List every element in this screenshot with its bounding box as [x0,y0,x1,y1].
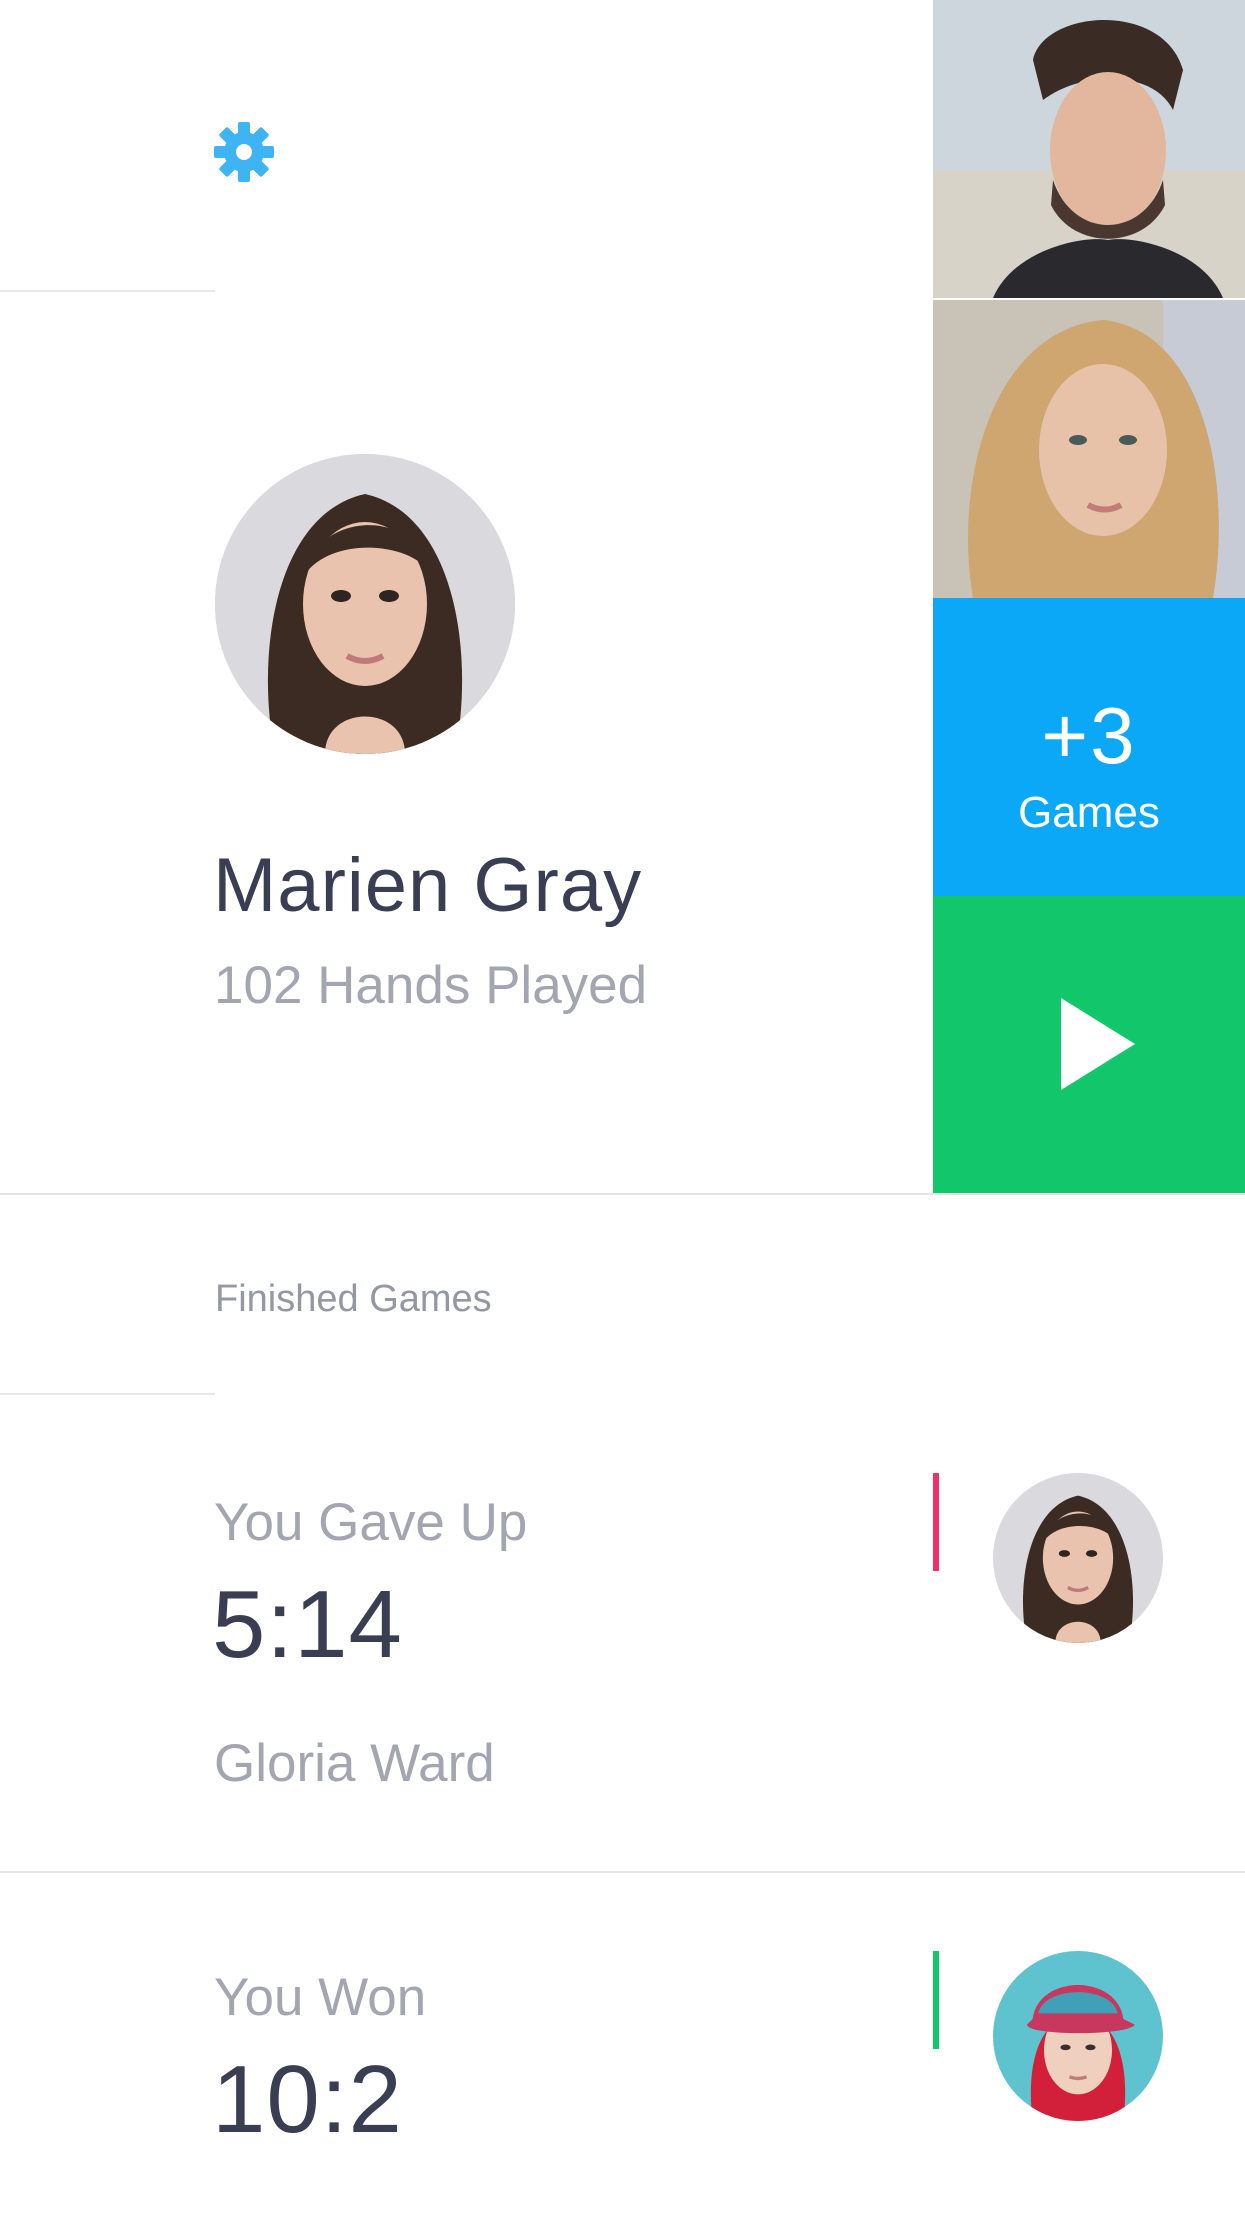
friend-photo-2[interactable] [933,300,1245,598]
profile-name: Marien Gray [213,843,643,928]
header-divider [0,290,215,292]
loss-indicator-bar [933,1473,939,1571]
section-title-finished-games: Finished Games [215,1278,492,1320]
game-score: 10:2 [212,2046,403,2153]
friend-photo-1[interactable] [933,0,1245,298]
opponent-name: Gloria Ward [214,1734,495,1793]
game-row-divider [0,1871,1245,1873]
section-title-divider [0,1393,215,1395]
more-games-tile[interactable]: +3 Games [933,598,1245,896]
opponent-avatar[interactable] [993,1473,1163,1643]
section-divider [0,1193,1245,1195]
play-button[interactable] [933,896,1245,1194]
game-score: 5:14 [212,1571,403,1678]
opponent-avatar[interactable] [993,1951,1163,2121]
more-games-label: Games [1018,788,1160,837]
more-games-count: +3 [1041,691,1137,780]
game-result: You Won [214,1968,427,2027]
hands-played: 102 Hands Played [214,956,648,1015]
app-screen: Marien Gray 102 Hands Played +3 Games Fi… [0,0,1245,2214]
win-indicator-bar [933,1951,939,2049]
gear-icon[interactable] [212,120,276,184]
game-result: You Gave Up [214,1493,528,1552]
play-icon [1061,998,1135,1090]
profile-avatar[interactable] [215,454,515,754]
